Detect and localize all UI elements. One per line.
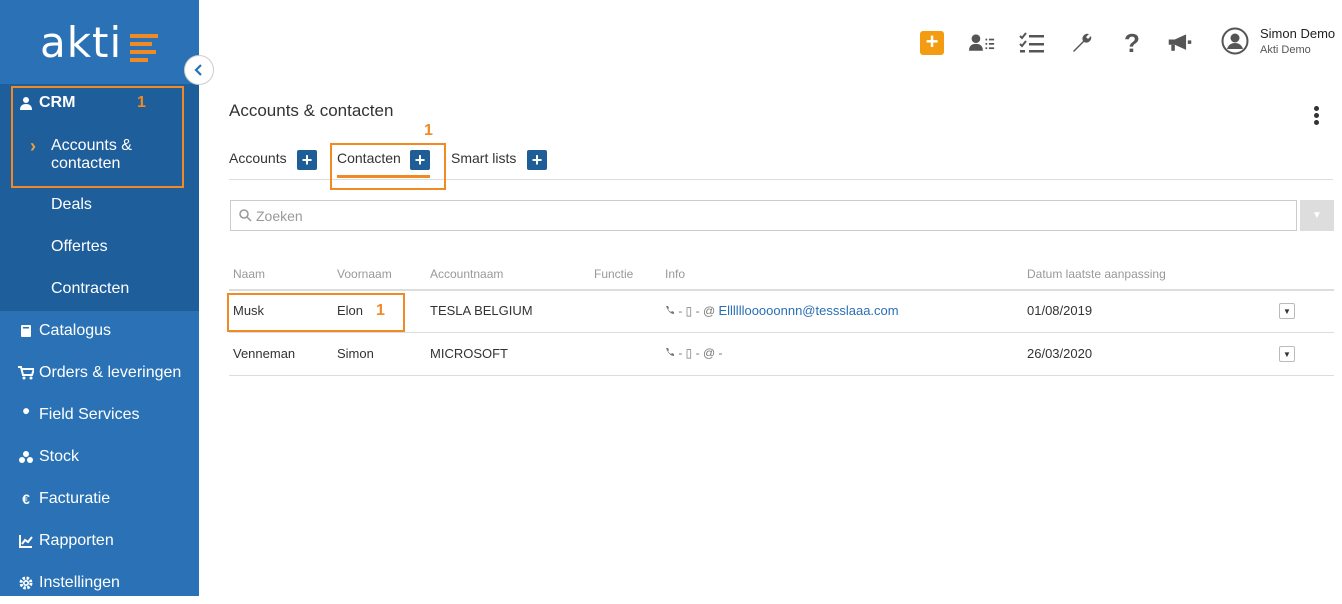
wrench-icon bbox=[18, 408, 34, 422]
page-title: Accounts & contacten bbox=[229, 101, 394, 120]
sidebar-item-instellingen[interactable]: Instellingen bbox=[0, 562, 199, 604]
tab-accounts[interactable]: Accounts bbox=[229, 150, 287, 166]
collapse-sidebar-button[interactable] bbox=[184, 55, 214, 85]
tools-button[interactable] bbox=[1069, 30, 1095, 56]
cell-accountnaam[interactable]: TESLA BELGIUM bbox=[430, 303, 533, 318]
logo-area: akti bbox=[0, 0, 199, 84]
phone-icon bbox=[665, 346, 678, 360]
table-header-divider bbox=[229, 289, 1334, 291]
row-divider bbox=[229, 332, 1334, 333]
cell-voornaam[interactable]: Simon bbox=[337, 346, 374, 361]
sidebar-item-label: Catalogus bbox=[39, 322, 112, 339]
annotation-marker: 1 bbox=[424, 122, 433, 139]
cell-naam[interactable]: Venneman bbox=[233, 346, 295, 361]
gear-icon bbox=[18, 576, 34, 590]
sidebar-item-facturatie[interactable]: € Facturatie bbox=[0, 478, 199, 520]
sidebar-item-label: Orders & leveringen bbox=[39, 364, 182, 381]
sidebar-item-field-services[interactable]: Field Services bbox=[0, 394, 199, 436]
annotation-box-tab bbox=[330, 143, 446, 190]
megaphone-icon bbox=[1168, 34, 1192, 51]
column-header-naam[interactable]: Naam bbox=[233, 267, 265, 281]
book-icon bbox=[18, 324, 34, 338]
euro-icon: € bbox=[22, 491, 30, 507]
cell-datum: 26/03/2020 bbox=[1027, 346, 1093, 361]
sidebar-item-catalogus[interactable]: Catalogus bbox=[0, 310, 199, 352]
row-actions-button[interactable]: ▼ bbox=[1279, 346, 1295, 362]
help-button[interactable]: ? bbox=[1119, 27, 1145, 58]
annotation-marker: 1 bbox=[376, 302, 385, 319]
boxes-icon bbox=[18, 450, 34, 464]
column-header-voornaam[interactable]: Voornaam bbox=[337, 267, 392, 281]
info-separators: - ▯ - @ - bbox=[678, 346, 723, 360]
info-separators: - ▯ - @ bbox=[678, 304, 716, 318]
avatar-icon bbox=[1221, 27, 1249, 55]
wrench-icon bbox=[1073, 33, 1092, 52]
sidebar-item-label: Field Services bbox=[39, 406, 140, 423]
caret-down-icon: ▼ bbox=[1283, 306, 1291, 316]
sidebar-item-orders[interactable]: Orders & leveringen bbox=[0, 352, 199, 394]
sidebar-item-label: Instellingen bbox=[39, 574, 120, 591]
annotation-marker: 1 bbox=[137, 94, 146, 111]
checklist-icon bbox=[1019, 32, 1044, 53]
tab-smart-lists[interactable]: Smart lists bbox=[451, 150, 516, 166]
user-avatar[interactable] bbox=[1221, 27, 1249, 55]
announcements-button[interactable] bbox=[1167, 30, 1193, 56]
quick-add-button[interactable]: + bbox=[919, 30, 945, 56]
sidebar-item-rapporten[interactable]: Rapporten bbox=[0, 520, 199, 562]
user-company: Akti Demo bbox=[1260, 44, 1311, 56]
plus-icon: + bbox=[920, 31, 944, 55]
caret-down-icon: ▼ bbox=[1312, 210, 1322, 221]
logo[interactable]: akti bbox=[40, 18, 122, 67]
user-list-icon bbox=[969, 34, 995, 51]
user-name[interactable]: Simon Demo bbox=[1260, 26, 1335, 41]
phone-icon bbox=[665, 304, 678, 318]
email-link[interactable]: Ellllllooooonnn@tessslaaa.com bbox=[718, 303, 898, 318]
column-header-accountnaam[interactable]: Accountnaam bbox=[430, 267, 503, 281]
add-account-button[interactable]: + bbox=[297, 150, 317, 170]
sidebar-item-label: Facturatie bbox=[39, 490, 111, 507]
logo-bars-icon bbox=[130, 34, 158, 66]
cell-info: - ▯ - @ Ellllllooooonnn@tessslaaa.com bbox=[665, 303, 899, 318]
column-header-datum[interactable]: Datum laatste aanpassing bbox=[1027, 267, 1166, 281]
sidebar-item-contracten[interactable]: Contracten bbox=[51, 280, 129, 298]
column-header-functie[interactable]: Functie bbox=[594, 267, 633, 281]
search-icon bbox=[239, 209, 252, 222]
add-smart-list-button[interactable]: + bbox=[527, 150, 547, 170]
search-input[interactable]: Zoeken bbox=[230, 200, 1297, 231]
tasks-button[interactable] bbox=[1019, 30, 1045, 56]
chart-icon bbox=[18, 534, 34, 548]
question-icon: ? bbox=[1124, 27, 1140, 58]
caret-down-icon: ▼ bbox=[1283, 349, 1291, 359]
row-divider bbox=[229, 375, 1334, 376]
cell-accountnaam[interactable]: MICROSOFT bbox=[430, 346, 508, 361]
plus-icon: + bbox=[301, 150, 313, 170]
sidebar-item-label: Stock bbox=[39, 448, 80, 465]
row-actions-button[interactable]: ▼ bbox=[1279, 303, 1295, 319]
sidebar-item-stock[interactable]: Stock bbox=[0, 436, 199, 478]
cell-datum: 01/08/2019 bbox=[1027, 303, 1093, 318]
annotation-box-sidebar bbox=[11, 86, 184, 188]
chevron-left-icon bbox=[194, 64, 202, 76]
search-placeholder: Zoeken bbox=[256, 207, 303, 224]
cell-info: - ▯ - @ - bbox=[665, 346, 722, 360]
sidebar-item-offertes[interactable]: Offertes bbox=[51, 238, 108, 256]
cart-icon bbox=[18, 366, 34, 380]
search-options-button[interactable]: ▼ bbox=[1300, 200, 1334, 231]
sidebar-item-deals[interactable]: Deals bbox=[51, 196, 92, 214]
plus-icon: + bbox=[531, 150, 543, 170]
column-header-info[interactable]: Info bbox=[665, 267, 685, 281]
more-options-icon[interactable] bbox=[1312, 106, 1320, 127]
sidebar-item-label: Rapporten bbox=[39, 532, 114, 549]
contacts-list-button[interactable] bbox=[969, 30, 995, 56]
